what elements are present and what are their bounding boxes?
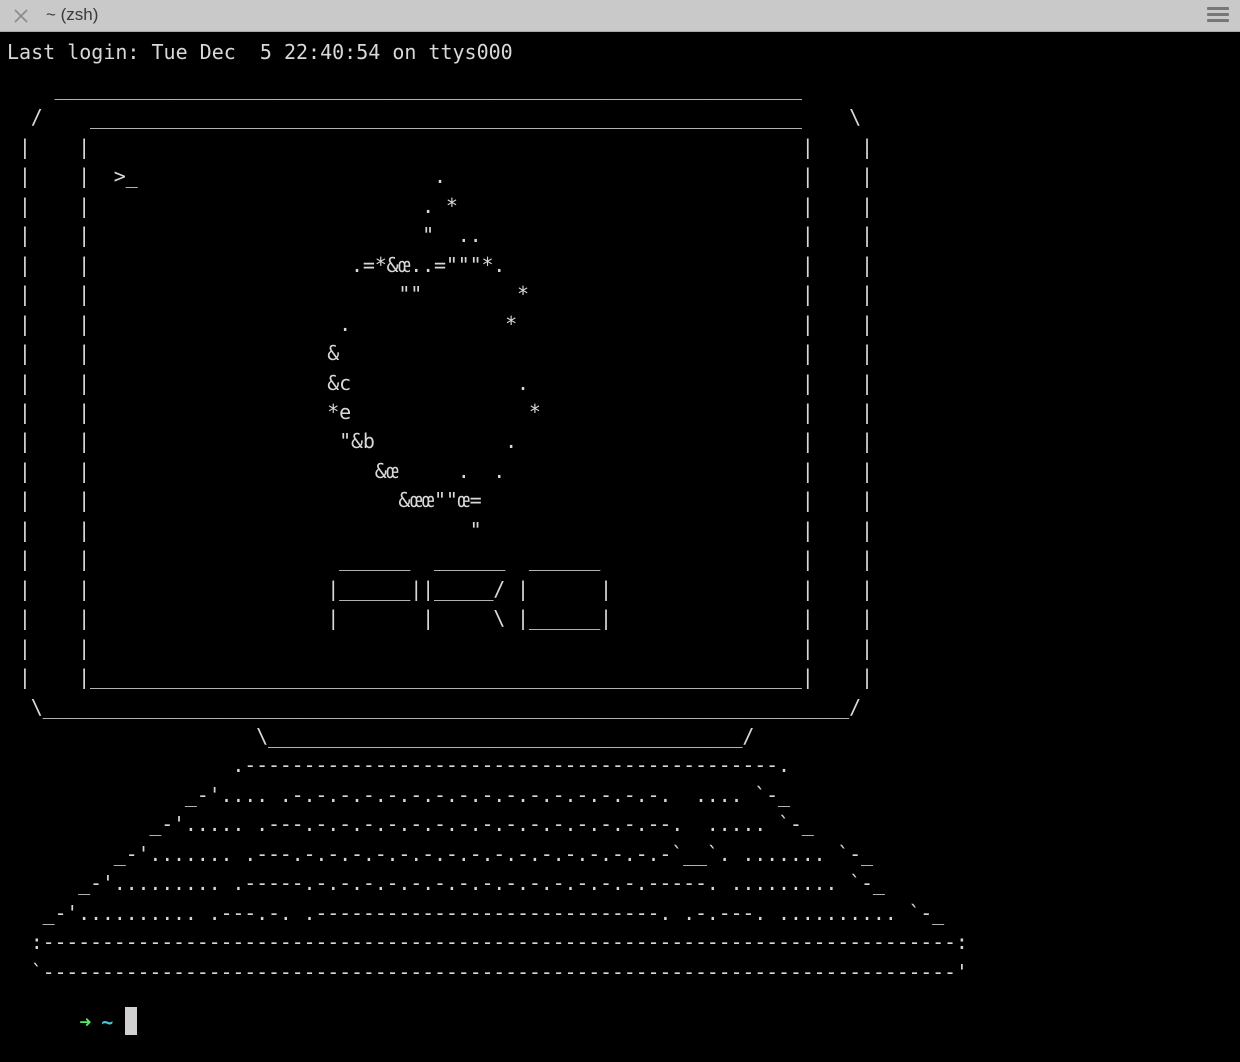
text-cursor	[125, 1007, 138, 1035]
prompt-directory: ~	[101, 1010, 114, 1034]
close-icon[interactable]	[10, 5, 32, 27]
hamburger-menu-icon[interactable]	[1207, 7, 1229, 25]
terminal-content[interactable]: Last login: Tue Dec 5 22:40:54 on ttys00…	[0, 32, 1240, 1062]
terminal-window: ~ (zsh) Last login: Tue Dec 5 22:40:54 o…	[0, 0, 1240, 1062]
last-login-line: Last login: Tue Dec 5 22:40:54 on ttys00…	[7, 40, 513, 64]
ascii-art-computer: ________________________________________…	[18, 76, 968, 984]
shell-prompt[interactable]: ➜ ~	[7, 977, 138, 1035]
window-title: ~ (zsh)	[46, 5, 99, 24]
prompt-arrow-icon: ➜	[79, 1010, 92, 1034]
title-bar: ~ (zsh)	[0, 0, 1240, 32]
